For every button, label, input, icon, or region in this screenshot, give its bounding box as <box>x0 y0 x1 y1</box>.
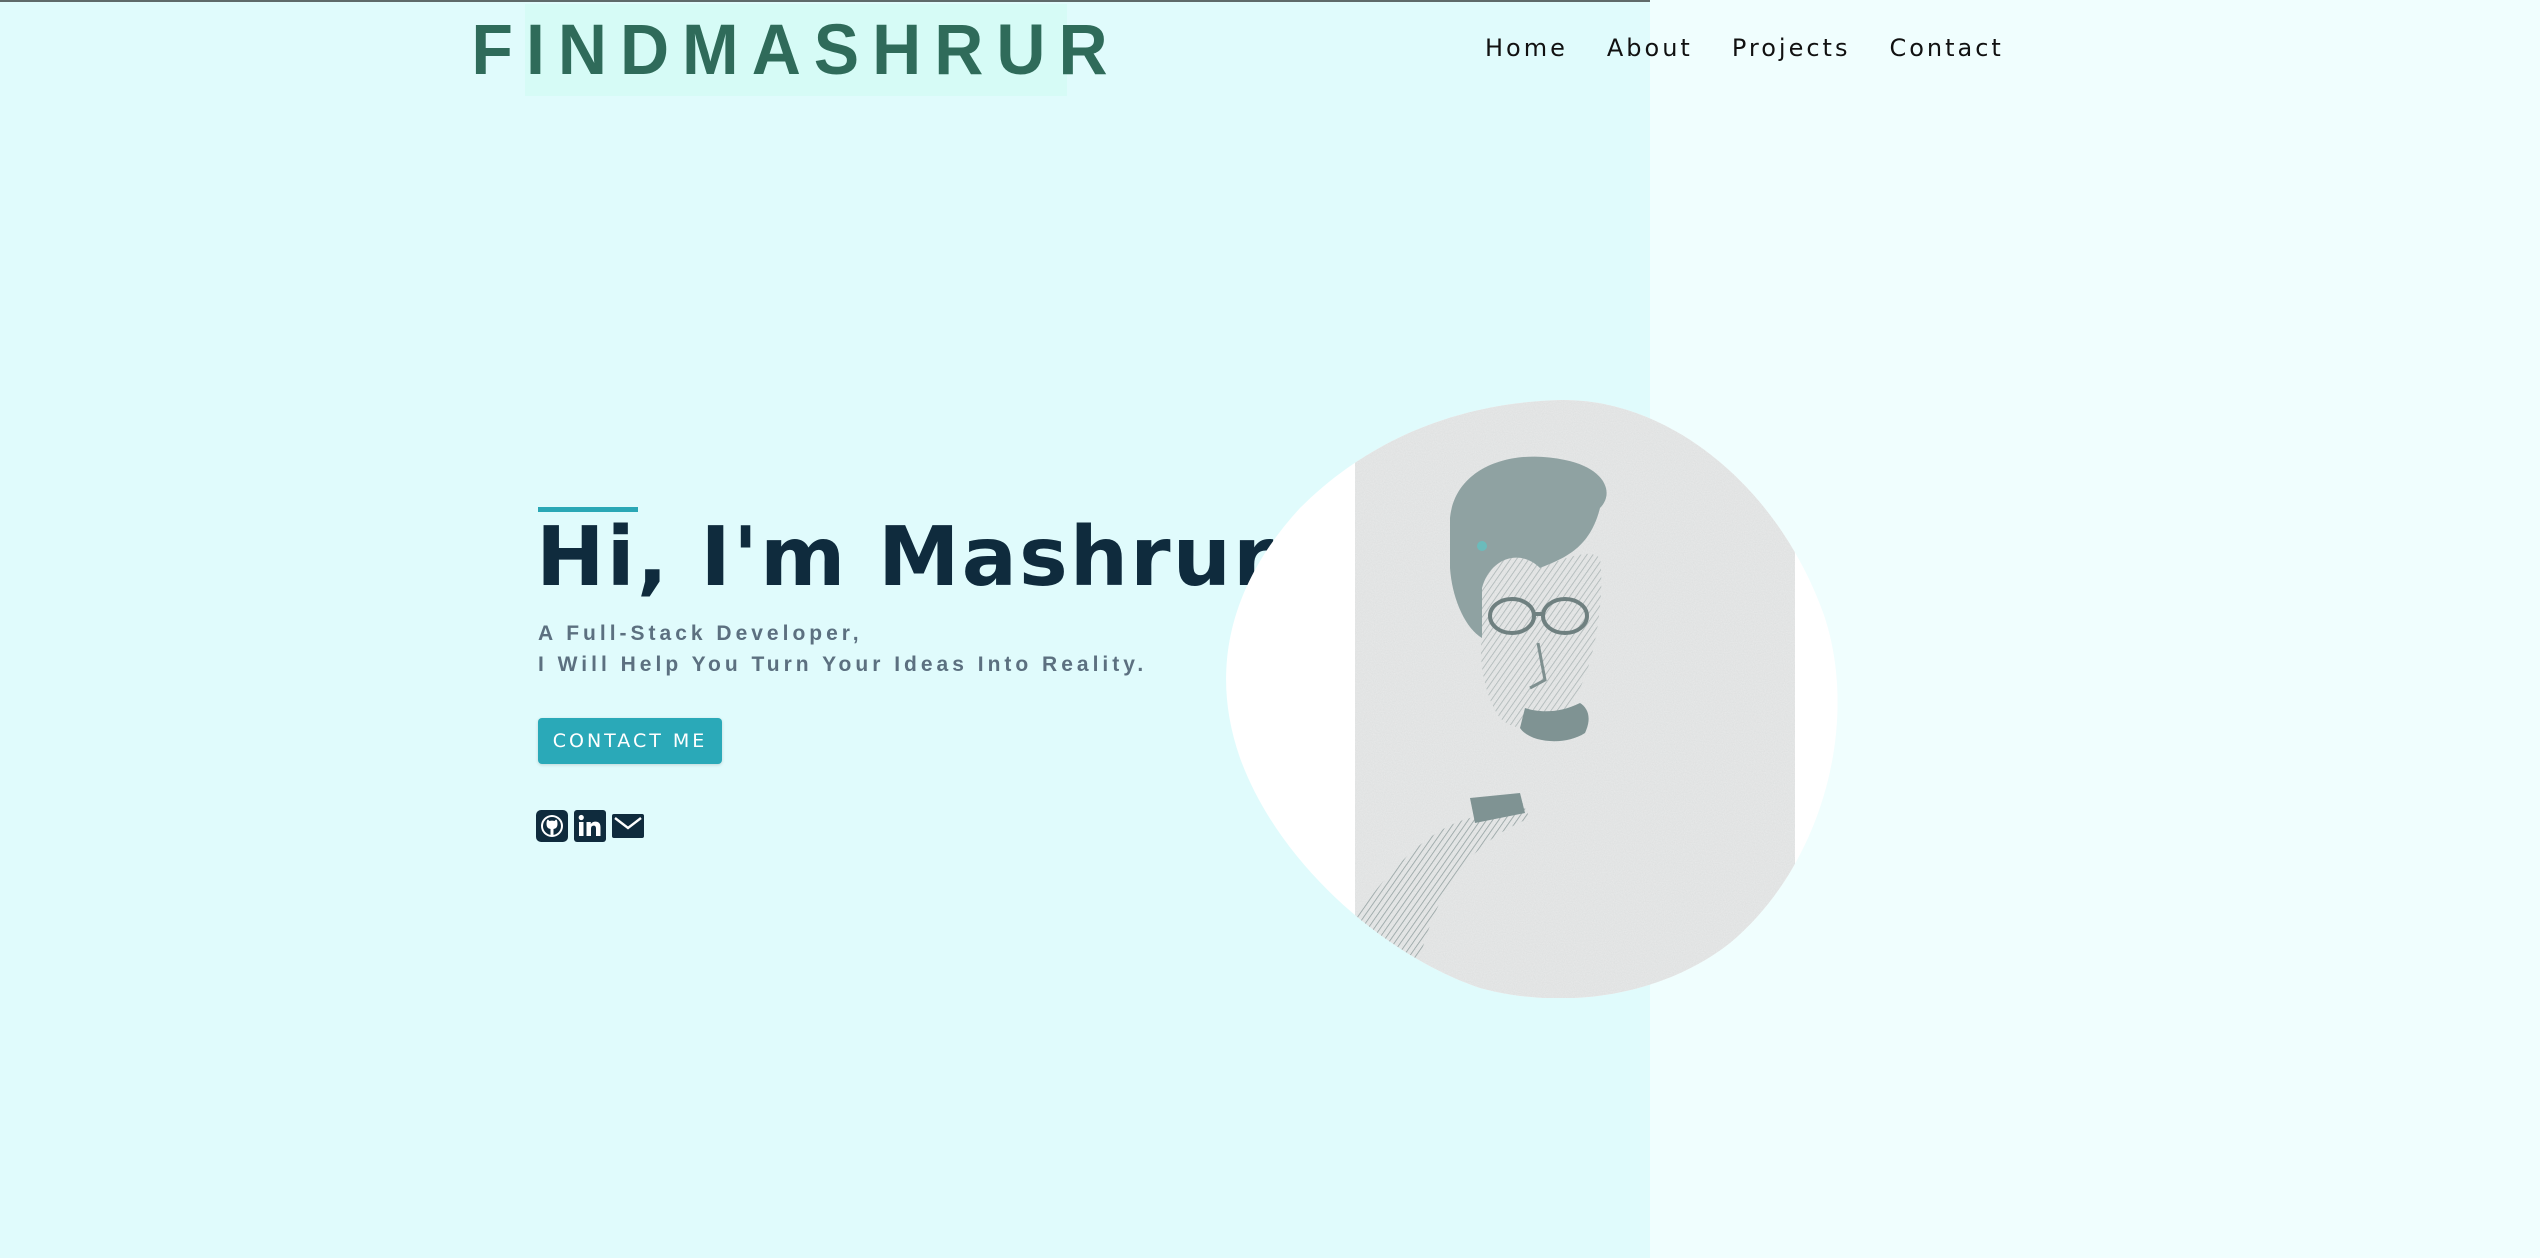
hero-subtitle-line-1: A Full-Stack Developer, <box>538 622 863 645</box>
hero-subtitle-line-2: I Will Help You Turn Your Ideas Into Rea… <box>538 653 1148 676</box>
contact-me-button[interactable]: CONTACT ME <box>538 718 722 764</box>
nav-home-link[interactable]: Home <box>1485 34 1568 62</box>
linkedin-icon[interactable] <box>574 810 606 842</box>
github-icon[interactable] <box>536 810 568 842</box>
hero-title: Hi, I'm Mashrur <box>536 510 1276 605</box>
logo-text: FINDMASHRUR <box>471 10 1121 90</box>
main-nav: Home About Projects Contact <box>1485 34 2043 62</box>
profile-portrait-image <box>1226 399 1838 998</box>
email-icon[interactable] <box>612 810 644 842</box>
social-links <box>536 810 644 842</box>
hero-subtitle: A Full-Stack Developer, I Will Help You … <box>538 618 1147 680</box>
nav-about-link[interactable]: About <box>1607 34 1693 62</box>
nav-projects-link[interactable]: Projects <box>1732 34 1851 62</box>
site-logo[interactable]: FINDMASHRUR <box>471 4 1108 96</box>
nav-contact-link[interactable]: Contact <box>1889 34 2003 62</box>
